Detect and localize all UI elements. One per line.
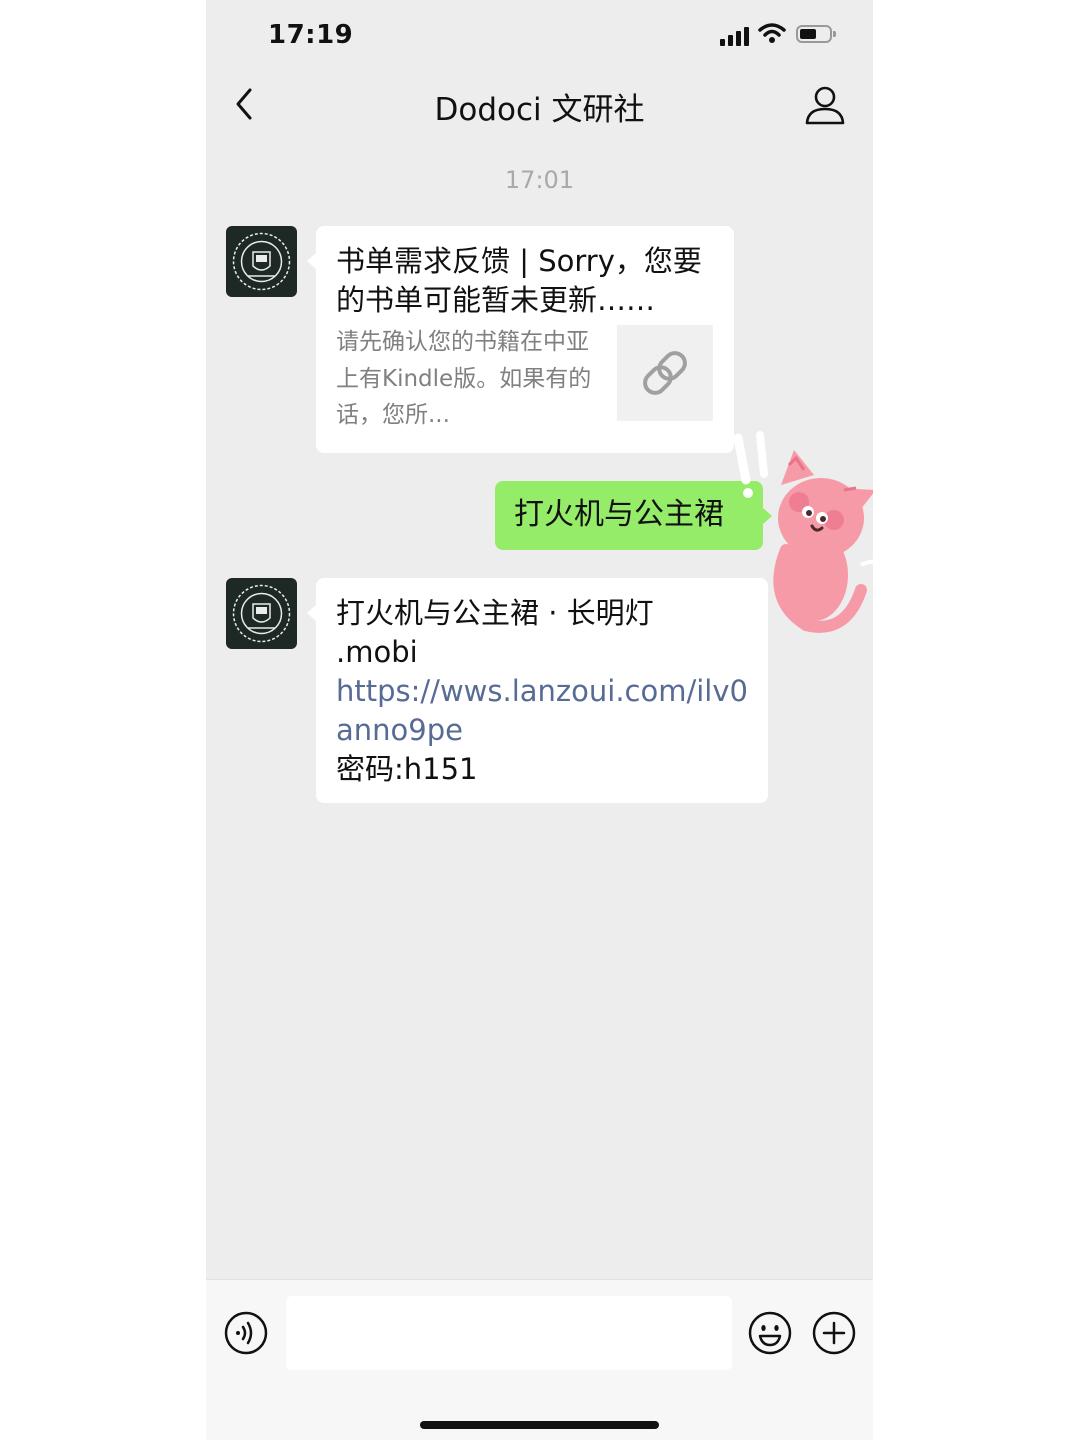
file-title: 打火机与公主裙 · 长明灯 <box>336 596 654 630</box>
input-bar <box>206 1279 873 1440</box>
password-text: 密码:h151 <box>336 752 478 786</box>
incoming-message-text: 打火机与公主裙 · 长明灯 .mobi https://wws.lanzoui.… <box>336 594 756 789</box>
file-extension: .mobi <box>336 635 418 669</box>
signal-icon <box>720 26 752 46</box>
outgoing-message-text: 打火机与公主裙 <box>514 497 724 532</box>
avatar[interactable] <box>226 578 297 649</box>
link-card-thumbnail <box>617 325 713 421</box>
crest-logo-icon <box>232 584 291 643</box>
plus-icon[interactable] <box>811 1310 857 1356</box>
home-indicator[interactable] <box>420 1421 659 1429</box>
link-card-bubble[interactable]: 书单需求反馈 | Sorry，您要的书单可能暂未更新…… 请先确认您的书籍在中亚… <box>307 226 734 453</box>
crest-logo-icon <box>232 232 291 291</box>
profile-button[interactable] <box>804 84 846 126</box>
link-icon <box>643 351 687 395</box>
link-card-title: 书单需求反馈 | Sorry，您要的书单可能暂未更新…… <box>336 244 702 317</box>
status-time: 17:19 <box>268 20 354 50</box>
avatar[interactable] <box>226 226 297 297</box>
download-link[interactable]: https://wws.lanzoui.com/ilv0anno9pe <box>336 672 756 750</box>
outgoing-message-bubble[interactable]: 打火机与公主裙 <box>495 481 772 550</box>
emoji-icon[interactable] <box>747 1310 793 1356</box>
cat-sticker-icon <box>733 431 873 633</box>
battery-icon <box>796 25 836 43</box>
voice-icon[interactable] <box>223 1310 269 1356</box>
chat-title: Dodoci 文研社 <box>434 92 645 128</box>
message-input[interactable] <box>286 1296 732 1370</box>
incoming-message-bubble[interactable]: 打火机与公主裙 · 长明灯 .mobi https://wws.lanzoui.… <box>307 578 768 803</box>
phone-screen: 17:19 Dodoci 文研社 17:01 书单需求反馈 | Sorry，您要… <box>206 0 873 1440</box>
link-card-description: 请先确认您的书籍在中亚上有Kindle版。如果有的话，您所... <box>336 329 592 428</box>
wifi-icon <box>758 23 786 43</box>
message-timestamp: 17:01 <box>504 166 575 194</box>
